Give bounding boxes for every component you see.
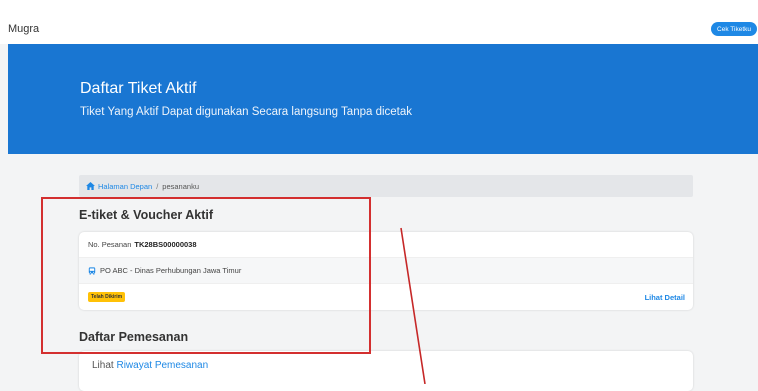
annotation-arrow <box>400 227 426 384</box>
